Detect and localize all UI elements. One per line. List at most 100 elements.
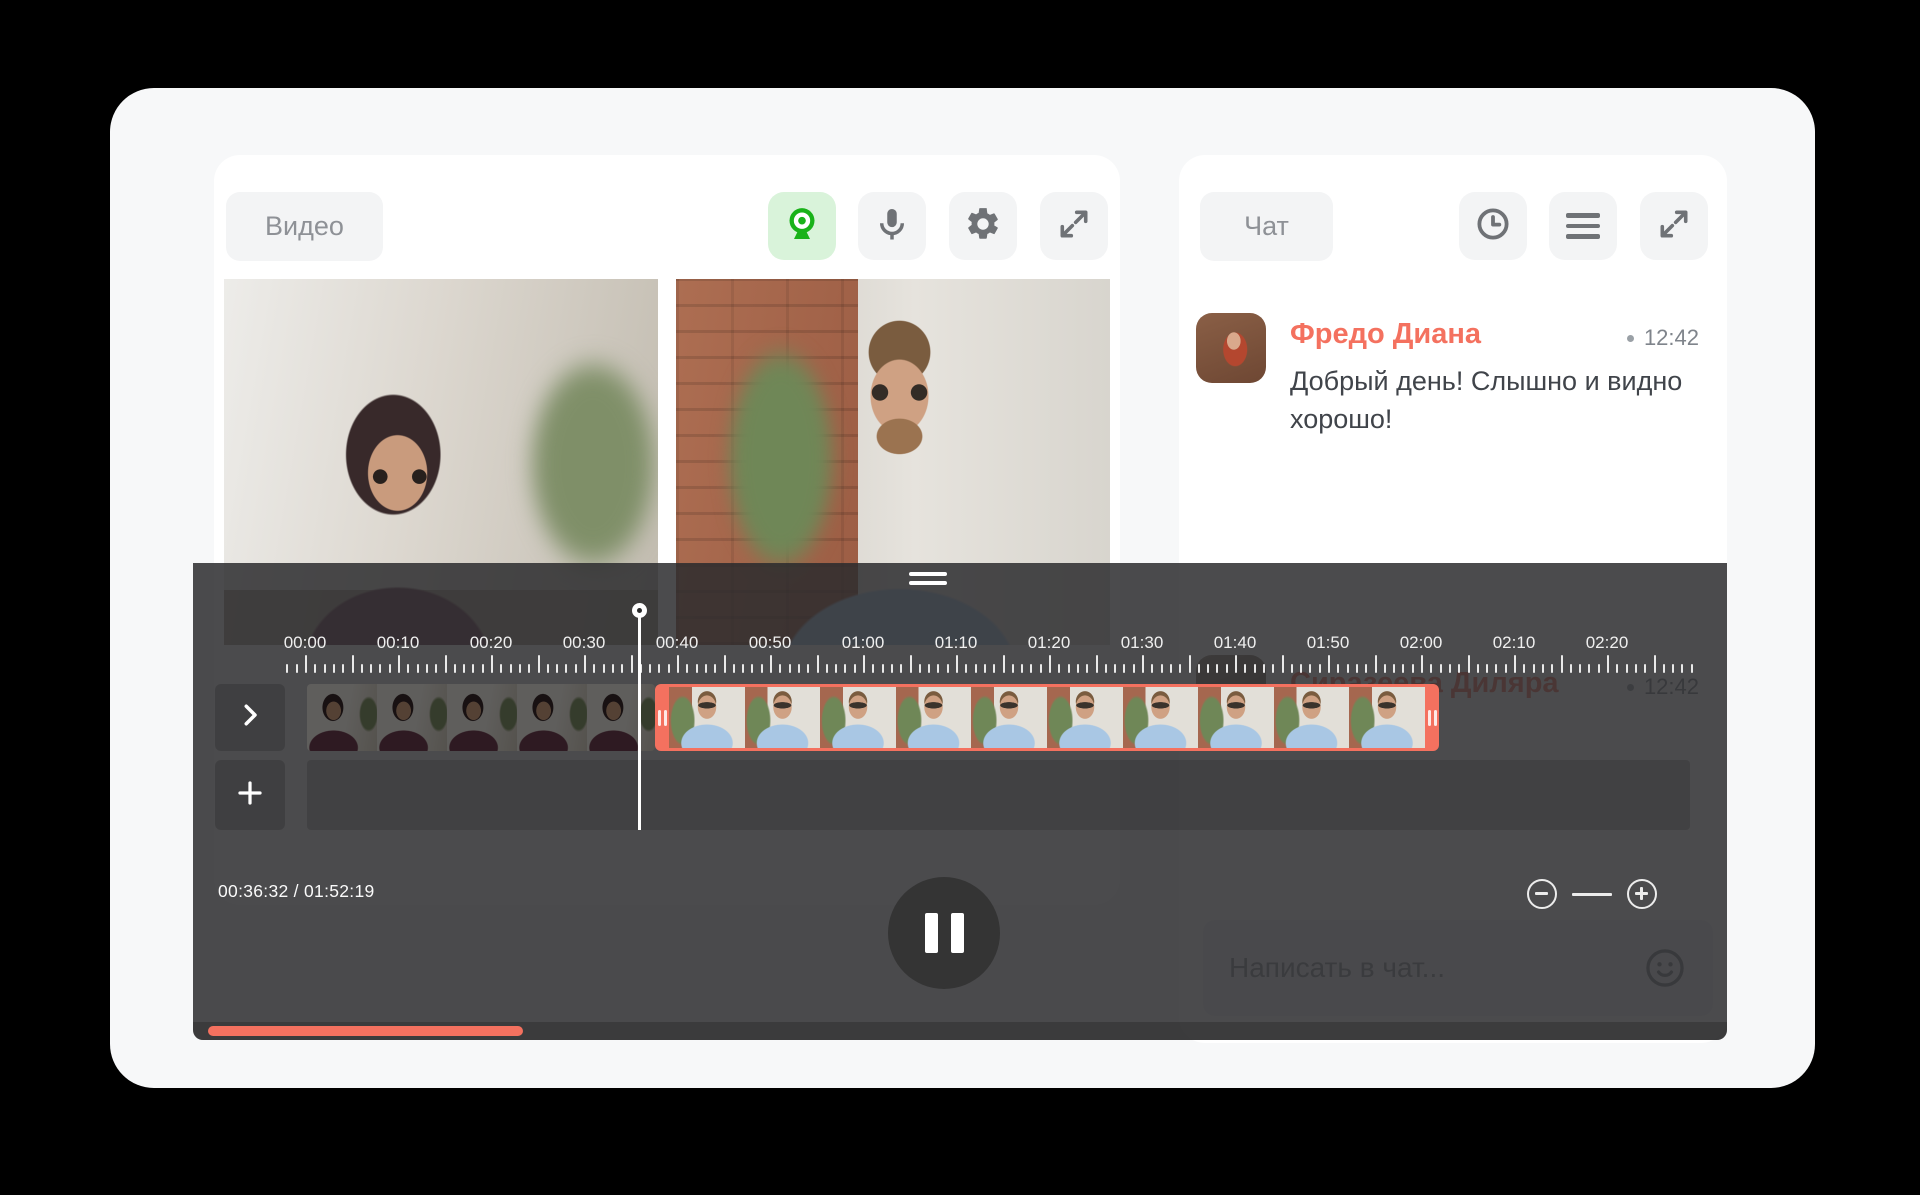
ruler-tick [324, 664, 326, 673]
clip-thumbnail [377, 684, 447, 751]
ruler-tick [789, 664, 791, 673]
ruler-tick [1412, 664, 1414, 673]
ruler-tick [519, 664, 521, 673]
ruler-tick [1356, 664, 1358, 673]
microphone-toggle-button[interactable] [858, 192, 926, 260]
ruler-tick [463, 664, 465, 673]
ruler-tick [1505, 664, 1507, 673]
timeline-scrollbar-thumb[interactable] [208, 1026, 523, 1036]
pause-icon [925, 913, 938, 953]
ruler-tick [482, 664, 484, 673]
camera-toggle-button[interactable] [768, 192, 836, 260]
ruler-tick [1495, 664, 1497, 673]
ruler-tick [417, 664, 419, 673]
ruler-tick [686, 664, 688, 673]
clip-thumbnail [447, 684, 517, 751]
ruler-tick [575, 664, 577, 673]
clip-thumbnail [971, 687, 1047, 748]
ruler-tick [593, 664, 595, 673]
timeline-clip-participant-1[interactable] [307, 684, 655, 751]
timeline-track-2[interactable] [307, 760, 1690, 830]
ruler-tick [1282, 655, 1284, 673]
ruler-tick [1291, 664, 1293, 673]
chat-menu-button[interactable] [1549, 192, 1617, 260]
clip-thumbnail [1198, 687, 1274, 748]
timeline-clip-participant-2[interactable] [655, 684, 1439, 751]
microphone-icon [873, 205, 911, 248]
settings-button[interactable] [949, 192, 1017, 260]
ruler-tick [398, 655, 400, 673]
ruler-tick [770, 655, 772, 673]
pause-button[interactable] [888, 877, 1000, 989]
ruler-tick [751, 664, 753, 673]
timeline-ruler-ticks [193, 655, 1727, 673]
chat-fullscreen-button[interactable] [1640, 192, 1708, 260]
ruler-tick [538, 655, 540, 673]
ruler-tick [528, 664, 530, 673]
ruler-tick [379, 664, 381, 673]
ruler-tick [314, 664, 316, 673]
ruler-label: 02:20 [1586, 633, 1629, 653]
ruler-tick [696, 664, 698, 673]
ruler-tick [1598, 664, 1600, 673]
ruler-tick [1579, 664, 1581, 673]
zoom-slider-track[interactable] [1572, 893, 1612, 896]
chat-history-button[interactable] [1459, 192, 1527, 260]
ruler-tick [1402, 664, 1404, 673]
ruler-tick [798, 664, 800, 673]
ruler-tick [1663, 664, 1665, 673]
menu-icon [1566, 213, 1600, 239]
ruler-tick [1635, 664, 1637, 673]
ruler-label: 02:10 [1493, 633, 1536, 653]
ruler-tick [352, 655, 354, 673]
clip-thumbnail [669, 687, 745, 748]
ruler-tick [472, 664, 474, 673]
ruler-tick [649, 664, 651, 673]
playhead[interactable] [632, 603, 648, 831]
ruler-tick [1216, 664, 1218, 673]
ruler-tick [779, 664, 781, 673]
ruler-tick [993, 664, 995, 673]
ruler-tick [1365, 664, 1367, 673]
ruler-tick [435, 664, 437, 673]
ruler-tick [882, 664, 884, 673]
ruler-label: 00:20 [470, 633, 513, 653]
ruler-tick [1607, 655, 1609, 673]
ruler-tick [1151, 664, 1153, 673]
ruler-tick [1003, 655, 1005, 673]
ruler-tick [863, 655, 865, 673]
ruler-tick [1207, 664, 1209, 673]
ruler-tick [761, 664, 763, 673]
ruler-tick [342, 664, 344, 673]
ruler-tick [1337, 664, 1339, 673]
ruler-tick [621, 664, 623, 673]
zoom-in-button[interactable] [1627, 879, 1657, 909]
ruler-tick [361, 664, 363, 673]
ruler-tick [872, 664, 874, 673]
video-fullscreen-button[interactable] [1040, 192, 1108, 260]
ruler-tick [1040, 664, 1042, 673]
ruler-tick [1096, 655, 1098, 673]
ruler-tick [1328, 655, 1330, 673]
chat-panel-label: Чат [1244, 211, 1289, 242]
ruler-tick [1226, 664, 1228, 673]
ruler-label: 00:40 [656, 633, 699, 653]
timeline-scrollbar[interactable] [193, 1022, 1727, 1040]
ruler-tick [1570, 664, 1572, 673]
settings-icon [964, 205, 1002, 248]
overlay-drag-handle[interactable] [909, 572, 947, 590]
video-panel-label: Видео [265, 211, 344, 242]
ruler-tick [1347, 664, 1349, 673]
add-track-button[interactable] [215, 760, 285, 830]
ruler-tick [1654, 655, 1656, 673]
ruler-tick [928, 664, 930, 673]
clip-thumbnail [517, 684, 587, 751]
clip-trim-handle-left[interactable] [655, 684, 669, 751]
clip-trim-handle-right[interactable] [1425, 684, 1439, 751]
ruler-tick [1114, 664, 1116, 673]
playhead-knob[interactable] [632, 603, 647, 618]
zoom-out-button[interactable] [1527, 879, 1557, 909]
chevron-right-icon [235, 700, 265, 735]
ruler-tick [1189, 655, 1191, 673]
collapse-track-button[interactable] [215, 684, 285, 751]
